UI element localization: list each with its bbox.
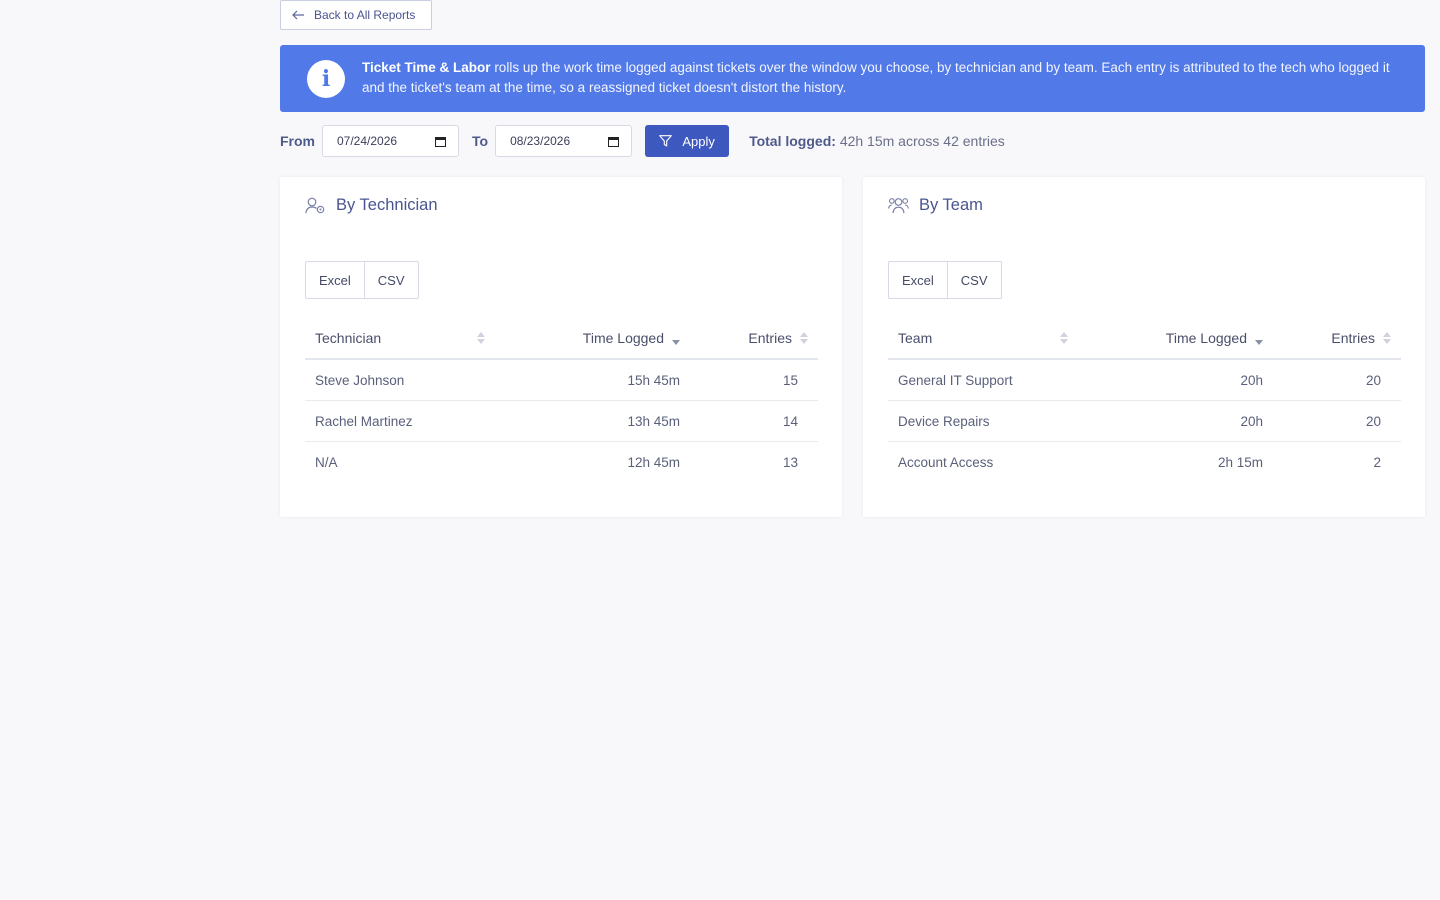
time-logged: 15h 45m — [627, 372, 680, 388]
to-date-input[interactable]: 08/23/2026 — [495, 125, 633, 157]
table-row: N/A 12h 45m 13 — [305, 442, 818, 482]
by-team-card: By Team Excel CSV Team Time Logged Entri… — [863, 177, 1425, 517]
technician-name: Steve Johnson — [315, 372, 405, 388]
time-logged: 20h — [1240, 372, 1263, 388]
entries-count: 15 — [782, 372, 798, 388]
users-icon — [888, 197, 909, 214]
table-header: Technician Time Logged Entries — [305, 318, 818, 360]
export-excel-button[interactable]: Excel — [306, 262, 364, 298]
column-header-label: Time Logged — [582, 330, 664, 346]
export-button-group: Excel CSV — [305, 261, 419, 299]
column-header-team[interactable]: Team — [888, 330, 1068, 346]
entries-count: 2 — [1373, 454, 1381, 470]
column-header-technician[interactable]: Technician — [305, 330, 485, 346]
sort-icon — [1060, 332, 1068, 344]
entries-count: 13 — [782, 454, 798, 470]
column-header-time-logged[interactable]: Time Logged — [1068, 330, 1263, 346]
from-date-input[interactable]: 07/24/2026 — [322, 125, 459, 157]
total-logged-label: Total logged: — [749, 133, 836, 149]
table-row: General IT Support 20h 20 — [888, 360, 1401, 401]
entries-count: 20 — [1365, 372, 1381, 388]
from-date-value: 07/24/2026 — [337, 134, 398, 148]
column-header-time-logged[interactable]: Time Logged — [485, 330, 680, 346]
filter-icon — [659, 135, 673, 147]
technician-name: N/A — [315, 454, 338, 470]
technician-name: Rachel Martinez — [315, 413, 413, 429]
technician-table: Technician Time Logged Entries Steve Joh… — [305, 318, 818, 482]
from-label: From — [280, 133, 315, 149]
entries-count: 14 — [782, 413, 798, 429]
table-row: Steve Johnson 15h 45m 15 — [305, 360, 818, 401]
sort-icon — [1383, 332, 1391, 344]
team-name: General IT Support — [898, 372, 1013, 388]
user-gear-icon — [305, 197, 326, 214]
card-title: By Technician — [305, 196, 438, 215]
calendar-icon[interactable] — [608, 136, 620, 147]
sort-icon — [800, 332, 808, 344]
info-banner: i Ticket Time & Labor rolls up the work … — [280, 45, 1425, 112]
column-header-label: Entries — [748, 330, 792, 346]
to-label: To — [472, 133, 489, 149]
info-banner-title: Ticket Time & Labor — [362, 60, 491, 75]
sort-icon — [477, 332, 485, 344]
by-team-title: By Team — [919, 196, 983, 214]
calendar-icon[interactable] — [435, 136, 446, 147]
column-header-label: Technician — [315, 330, 382, 346]
card-title: By Team — [888, 196, 983, 215]
export-excel-button[interactable]: Excel — [889, 262, 947, 298]
by-technician-title: By Technician — [336, 196, 438, 214]
apply-button[interactable]: Apply — [645, 125, 730, 157]
time-logged: 2h 15m — [1217, 454, 1263, 470]
apply-button-label: Apply — [682, 133, 715, 149]
table-row: Account Access 2h 15m 2 — [888, 442, 1401, 482]
table-header: Team Time Logged Entries — [888, 318, 1401, 360]
info-banner-text: Ticket Time & Labor rolls up the work ti… — [362, 58, 1402, 98]
table-row: Rachel Martinez 13h 45m 14 — [305, 401, 818, 442]
column-header-label: Time Logged — [1165, 330, 1247, 346]
to-date-value: 08/23/2026 — [510, 134, 571, 148]
team-name: Device Repairs — [898, 413, 990, 429]
entries-count: 20 — [1365, 413, 1381, 429]
column-header-entries[interactable]: Entries — [1263, 330, 1391, 346]
export-button-group: Excel CSV — [888, 261, 1002, 299]
column-header-label: Team — [898, 330, 933, 346]
column-header-entries[interactable]: Entries — [680, 330, 808, 346]
column-header-label: Entries — [1331, 330, 1375, 346]
back-button-label: Back to All Reports — [314, 8, 416, 22]
export-csv-button[interactable]: CSV — [363, 262, 418, 298]
time-logged: 12h 45m — [627, 454, 680, 470]
sort-desc-icon — [1255, 331, 1263, 345]
time-logged: 13h 45m — [627, 413, 680, 429]
export-csv-button[interactable]: CSV — [946, 262, 1001, 298]
date-filter-bar: From 07/24/2026 To 08/23/2026 Apply Tota… — [280, 125, 1005, 157]
arrow-left-icon — [292, 10, 305, 20]
info-icon: i — [307, 60, 345, 98]
back-to-reports-button[interactable]: Back to All Reports — [280, 0, 432, 30]
info-banner-body: rolls up the work time logged against ti… — [362, 60, 1390, 95]
table-row: Device Repairs 20h 20 — [888, 401, 1401, 442]
team-name: Account Access — [898, 454, 994, 470]
by-technician-card: By Technician Excel CSV Technician Time … — [280, 177, 842, 517]
team-table: Team Time Logged Entries General IT Supp… — [888, 318, 1401, 482]
sort-desc-icon — [672, 331, 680, 345]
time-logged: 20h — [1240, 413, 1263, 429]
total-logged: Total logged: 42h 15m across 42 entries — [749, 133, 1005, 149]
total-logged-value: 42h 15m across 42 entries — [839, 133, 1005, 149]
